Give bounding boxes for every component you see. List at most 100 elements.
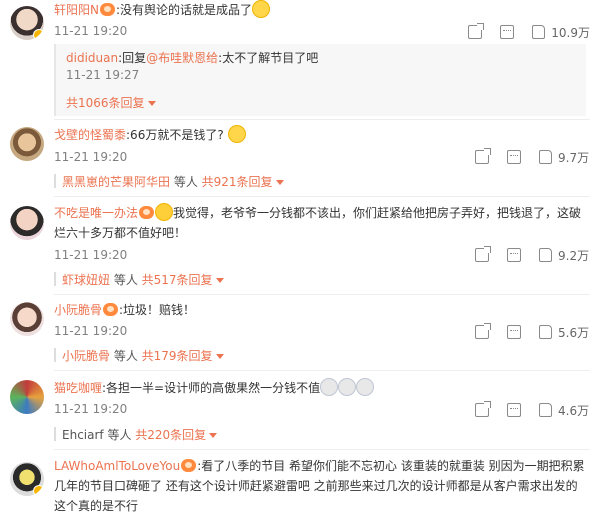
chevron-down-icon	[275, 180, 284, 185]
comment-username[interactable]: 小阮脆骨	[54, 303, 102, 317]
more-replies-label[interactable]: 共921条回复	[202, 175, 273, 189]
share-icon[interactable]	[468, 23, 485, 39]
reply-body: dididuan:回复@布哇默恩给:太不了解节目了吧	[66, 48, 318, 68]
sub-replies[interactable]: 黑黑崽的芒果阿华田 等人 共921条回复	[54, 173, 284, 190]
more-replies-link[interactable]: 共1066条回复	[66, 94, 156, 111]
like-icon[interactable]	[539, 325, 552, 339]
sub-replies[interactable]: 虾球妞妞 等人 共517条回复	[54, 271, 224, 288]
comment-body: 戈壁的怪蜀黍:66万就不是钱了?	[54, 125, 586, 145]
fan-medal-icon	[103, 303, 119, 316]
reply-time: 11-21 19:27	[66, 68, 140, 82]
comment-icon[interactable]	[500, 25, 515, 39]
chevron-down-icon	[215, 278, 224, 283]
doge-emoji-icon	[320, 378, 339, 396]
reply-preview: dididuan:回复@布哇默恩给:太不了解节目了吧 11-21 19:27 共…	[54, 44, 586, 116]
comment-icon[interactable]	[507, 248, 521, 262]
comment-actions: 4.6万	[457, 401, 590, 419]
avatar[interactable]	[10, 380, 44, 414]
smirk-emoji-icon	[252, 0, 271, 18]
comment-actions: 10.9万	[450, 23, 590, 41]
sub-reply-user[interactable]: 虾球妞妞	[62, 273, 110, 287]
divider	[54, 370, 590, 371]
comment-body: 小阮脆骨 :垃圾！赔钱！	[54, 300, 586, 320]
more-replies-label: 共1066条回复	[66, 96, 145, 110]
more-replies-label[interactable]: 共517条回复	[142, 273, 213, 287]
reply-mention[interactable]: @布哇默恩给	[146, 51, 218, 65]
verified-badge-icon	[33, 29, 44, 40]
comment-text: :66万就不是钱了?	[126, 128, 224, 142]
sub-replies[interactable]: Ehciarf 等人 共220条回复	[54, 426, 218, 443]
comment-icon[interactable]	[507, 403, 521, 417]
divider	[54, 196, 590, 197]
sub-reply-others: 等人	[110, 349, 142, 363]
divider	[54, 348, 56, 362]
share-icon[interactable]	[475, 148, 491, 164]
share-icon[interactable]	[475, 401, 491, 417]
like-count: 9.2万	[558, 248, 590, 263]
avatar[interactable]	[10, 462, 44, 496]
more-replies-label[interactable]: 共220条回复	[135, 428, 206, 442]
comment-actions: 5.6万	[457, 323, 590, 341]
share-icon[interactable]	[475, 246, 491, 262]
comment-username[interactable]: 轩阳阳N	[54, 3, 99, 17]
comment-body: 猫吃咖喱:各担一半=设计师的高傲果然一分钱不值	[54, 378, 586, 398]
divider	[54, 449, 590, 450]
like-count: 9.7万	[558, 150, 590, 165]
surprised-emoji-icon	[155, 203, 174, 221]
divider	[54, 119, 590, 120]
comment-icon[interactable]	[507, 150, 521, 164]
like-icon[interactable]	[539, 248, 552, 262]
reply-prefix: :回复	[118, 51, 147, 65]
divider	[54, 174, 56, 188]
avatar[interactable]	[10, 127, 44, 161]
comment-username[interactable]: 戈壁的怪蜀黍	[54, 128, 126, 142]
divider	[54, 294, 590, 295]
comment-time: 11-21 19:20	[54, 402, 128, 416]
comment-username[interactable]: 猫吃咖喱	[54, 381, 102, 395]
fan-medal-icon	[139, 206, 155, 219]
sub-reply-user[interactable]: 小阮脆骨	[62, 349, 110, 363]
reply-text: :太不了解节目了吧	[218, 51, 319, 65]
avatar[interactable]	[10, 302, 44, 336]
comment-body: 不吃是唯一办法 我觉得，老爷爷一分钱都不该出，你们赶紧给他把房子弄好，把钱退了，这…	[54, 203, 588, 243]
verified-badge-icon	[33, 485, 44, 496]
sub-reply-others: 等人	[103, 428, 136, 442]
reply-username[interactable]: dididuan	[66, 51, 118, 65]
divider	[54, 427, 56, 441]
comment-text: :各担一半=设计师的高傲果然一分钱不值	[102, 381, 321, 395]
sub-reply-user[interactable]: Ehciarf	[62, 428, 104, 442]
share-icon[interactable]	[475, 323, 491, 339]
doge-emoji-icon	[356, 378, 375, 396]
avatar[interactable]	[10, 6, 44, 40]
comment-time: 11-21 19:20	[54, 150, 128, 164]
comment-username[interactable]: 不吃是唯一办法	[54, 206, 138, 220]
like-icon[interactable]	[532, 25, 546, 39]
sub-reply-user[interactable]: 黑黑崽的芒果阿华田	[62, 175, 170, 189]
comment-time: 11-21 19:20	[54, 248, 128, 262]
fan-medal-icon	[181, 459, 197, 472]
comment-text: :垃圾！赔钱！	[119, 303, 196, 317]
like-count: 5.6万	[558, 325, 590, 340]
like-icon[interactable]	[539, 403, 552, 417]
comment-time: 11-21 19:20	[54, 24, 128, 38]
comment-icon[interactable]	[507, 325, 521, 339]
doge-emoji-icon	[338, 378, 357, 396]
like-count: 10.9万	[551, 25, 590, 40]
chevron-down-icon	[209, 433, 218, 438]
sub-replies[interactable]: 小阮脆骨 等人 共179条回复	[54, 347, 224, 364]
more-replies-label[interactable]: 共179条回复	[142, 349, 213, 363]
like-count: 4.6万	[558, 403, 590, 418]
comment-actions: 9.2万	[457, 246, 590, 264]
chevron-down-icon	[215, 354, 224, 359]
divider	[54, 272, 56, 286]
sub-reply-others: 等人	[170, 175, 202, 189]
avatar[interactable]	[10, 206, 44, 240]
fan-medal-icon	[99, 3, 115, 16]
chevron-down-icon	[147, 101, 156, 106]
comment-username[interactable]: LAWhoAmlToLoveYou	[54, 459, 180, 473]
comment-body: 轩阳阳N:没有舆论的话就是成品了	[54, 0, 586, 20]
like-icon[interactable]	[539, 150, 552, 164]
comment-time: 11-21 19:20	[54, 324, 128, 338]
smile-emoji-icon	[227, 125, 246, 143]
comment-body: LAWhoAmlToLoveYou:看了八季的节目 希望你们能不忘初心 该重装的…	[54, 456, 588, 513]
